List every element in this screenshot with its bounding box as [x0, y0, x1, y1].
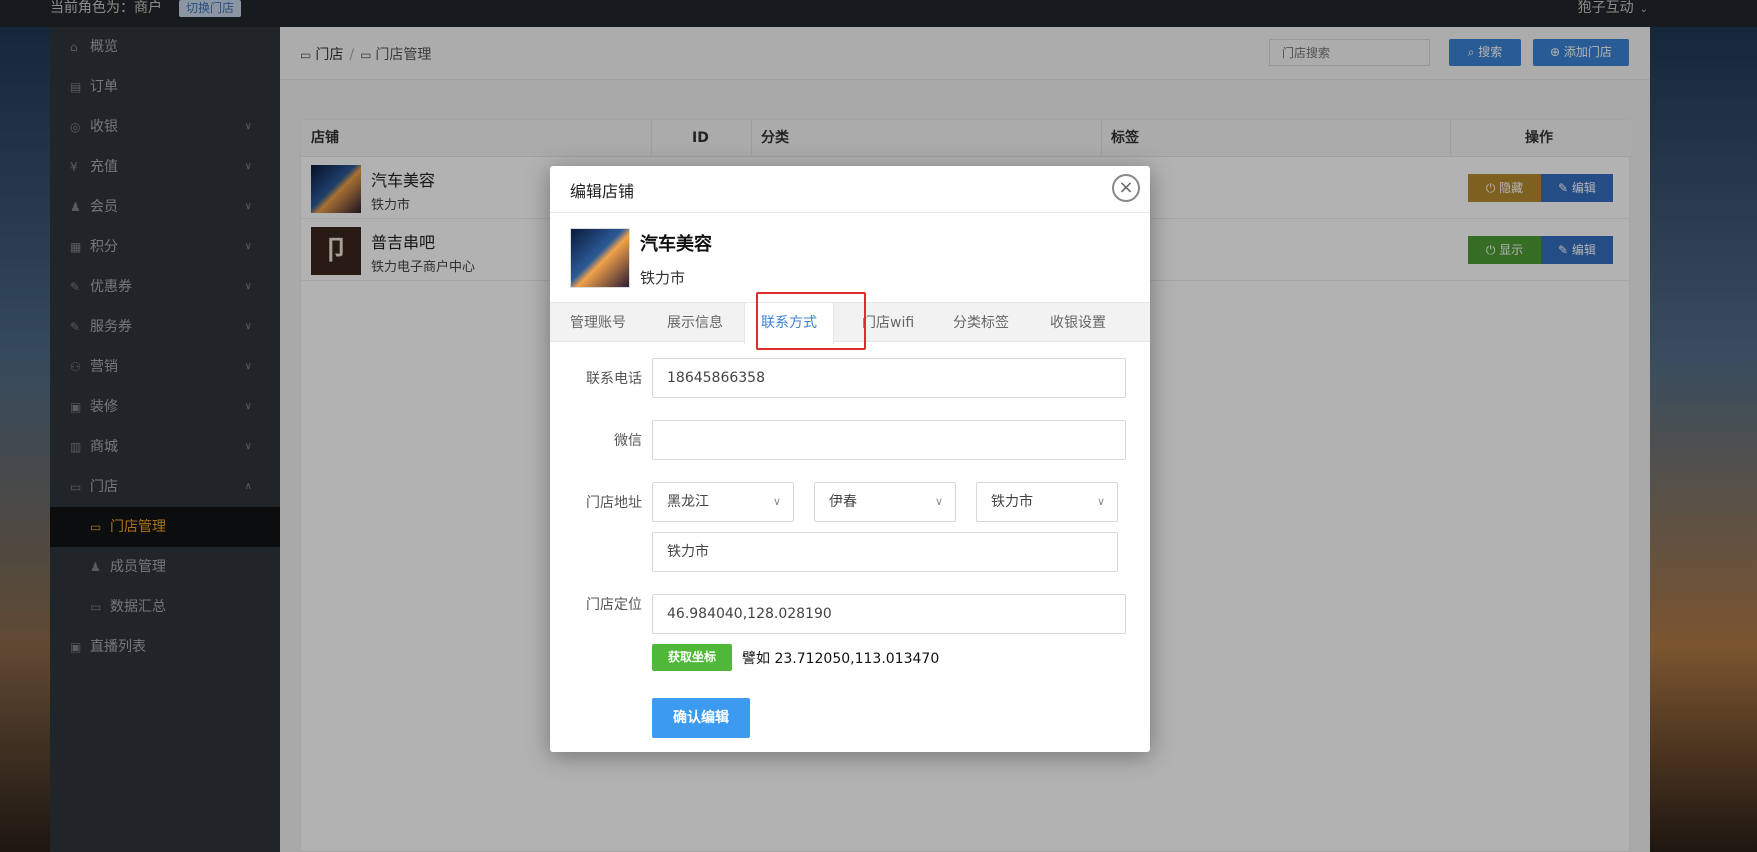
- tab-cashier-settings[interactable]: 收银设置: [1050, 303, 1106, 343]
- chevron-down-icon: ∨: [772, 495, 781, 508]
- province-select[interactable]: 黑龙江 ∨: [652, 482, 794, 522]
- chevron-down-icon: ∨: [1096, 495, 1105, 508]
- district-value: 铁力市: [991, 494, 1033, 510]
- edit-store-modal: 编辑店铺 × 汽车美容 铁力市 管理账号 展示信息 联系方式 门店wifi 分类…: [550, 166, 1150, 752]
- store-city: 铁力市: [640, 269, 686, 287]
- chevron-down-icon: ∨: [934, 495, 943, 508]
- tab-store-wifi[interactable]: 门店wifi: [862, 303, 914, 343]
- confirm-edit-button[interactable]: 确认编辑: [652, 698, 750, 738]
- store-thumbnail: [570, 228, 630, 288]
- coordinate-example: 譬如 23.712050,113.013470: [742, 651, 940, 667]
- city-value: 伊春: [829, 494, 857, 510]
- tab-display-info[interactable]: 展示信息: [667, 303, 723, 343]
- tab-highlight-box: [756, 292, 866, 350]
- wechat-field[interactable]: [652, 420, 1126, 460]
- tab-category-tags[interactable]: 分类标签: [953, 303, 1009, 343]
- tab-admin-account[interactable]: 管理账号: [570, 303, 626, 343]
- address-label: 门店地址: [586, 495, 642, 511]
- modal-title: 编辑店铺: [570, 182, 635, 201]
- province-value: 黑龙江: [667, 494, 709, 510]
- phone-label: 联系电话: [586, 371, 642, 387]
- close-icon[interactable]: ×: [1112, 174, 1140, 202]
- get-coordinate-button[interactable]: 获取坐标: [652, 644, 732, 671]
- store-name: 汽车美容: [640, 234, 712, 255]
- location-label: 门店定位: [586, 597, 642, 613]
- address-detail-field[interactable]: 铁力市: [652, 532, 1118, 572]
- phone-field[interactable]: 18645866358: [652, 358, 1126, 398]
- location-field[interactable]: 46.984040,128.028190: [652, 594, 1126, 634]
- modal-divider: [550, 212, 1150, 213]
- district-select[interactable]: 铁力市 ∨: [976, 482, 1118, 522]
- city-select[interactable]: 伊春 ∨: [814, 482, 956, 522]
- wechat-label: 微信: [614, 433, 642, 449]
